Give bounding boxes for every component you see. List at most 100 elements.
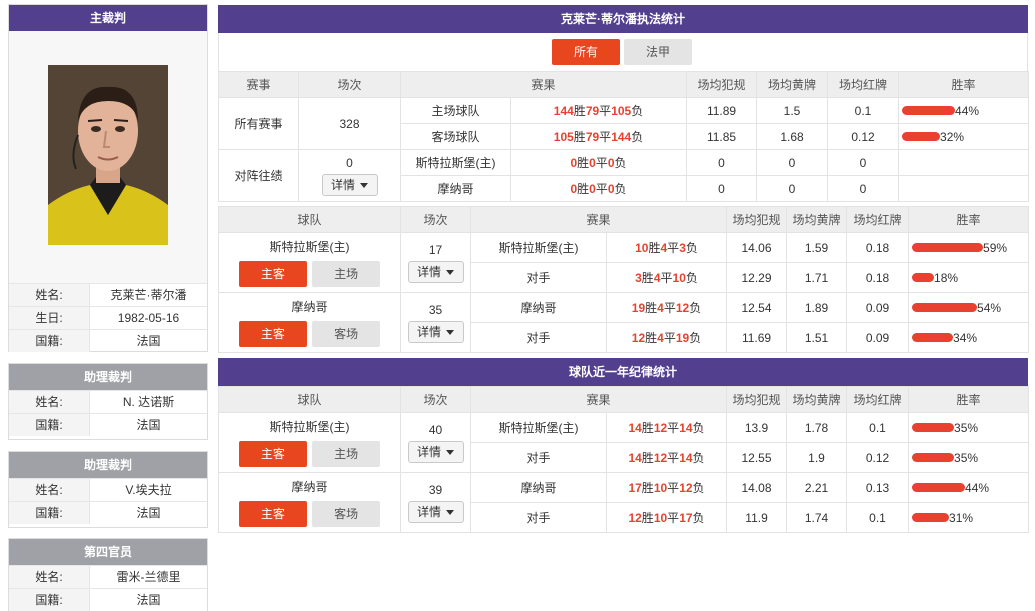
winrate-bar bbox=[912, 303, 978, 312]
filter-home-button[interactable]: 主场 bbox=[312, 441, 381, 467]
filter-home-button[interactable]: 主场 bbox=[312, 261, 381, 287]
row-fouls: 11.9 bbox=[726, 502, 788, 533]
nation-label: 国籍: bbox=[9, 330, 90, 352]
row-red: 0.12 bbox=[846, 442, 910, 473]
row-winrate: 31% bbox=[908, 502, 1030, 533]
row-result: 144胜79平105负 bbox=[509, 97, 688, 124]
filter-away-button[interactable]: 客场 bbox=[312, 321, 381, 347]
row-side: 对手 bbox=[470, 262, 607, 293]
row-result: 14胜12平14负 bbox=[605, 412, 728, 443]
detail-dropdown[interactable]: 详情 bbox=[407, 440, 464, 463]
detail-dropdown[interactable]: 详情 bbox=[407, 320, 464, 343]
team-name: 摩纳哥 bbox=[291, 300, 328, 314]
referee-nation: 法国 bbox=[136, 334, 161, 348]
row-winrate bbox=[898, 175, 1030, 202]
col-red: 场均红牌 bbox=[846, 386, 910, 413]
col-red: 场均红牌 bbox=[827, 71, 900, 98]
row-side: 客场球队 bbox=[400, 123, 511, 150]
row-red: 0.18 bbox=[846, 232, 910, 263]
assistant2-nation: 法国 bbox=[136, 506, 161, 520]
assistant2-card: 助理裁判 姓名: V.埃夫拉 国籍: 法国 bbox=[8, 451, 208, 528]
birth-label: 生日: bbox=[9, 307, 90, 329]
team-name: 斯特拉斯堡(主) bbox=[269, 240, 350, 254]
assistant1-name-row: 姓名: N. 达诺斯 bbox=[9, 390, 207, 413]
row-yellow: 1.89 bbox=[786, 292, 848, 323]
col-result: 赛果 bbox=[469, 386, 728, 413]
assistant2-name: V.埃夫拉 bbox=[125, 483, 172, 497]
team-cell: 摩纳哥 主客 客场 bbox=[218, 292, 401, 353]
row-red: 0.09 bbox=[846, 322, 910, 353]
row-red: 0.12 bbox=[827, 123, 900, 150]
nation-label: 国籍: bbox=[9, 502, 90, 524]
row-fouls: 12.55 bbox=[726, 442, 788, 473]
assistant1-header: 助理裁判 bbox=[9, 364, 207, 390]
col-fouls: 场均犯规 bbox=[726, 206, 788, 233]
caret-down-icon bbox=[446, 269, 454, 275]
team-matches-cell: 39 详情 bbox=[400, 472, 471, 533]
row-side: 斯特拉斯堡(主) bbox=[470, 232, 607, 263]
name-label: 姓名: bbox=[9, 391, 90, 413]
row-fouls: 0 bbox=[686, 175, 758, 202]
caret-down-icon bbox=[360, 182, 368, 188]
table-row: 摩纳哥 主客 客场 39 详情 摩纳哥 17胜10平12负 14.08 2.21… bbox=[218, 472, 1030, 533]
row-winrate: 44% bbox=[908, 472, 1030, 503]
detail-dropdown[interactable]: 详情 bbox=[407, 500, 464, 523]
team-cell: 斯特拉斯堡(主) 主客 主场 bbox=[218, 412, 401, 473]
row-result: 12胜10平17负 bbox=[605, 502, 728, 533]
row-result: 105胜79平144负 bbox=[509, 123, 688, 150]
row-red: 0.1 bbox=[827, 97, 900, 124]
tab-all[interactable]: 所有 bbox=[552, 39, 620, 65]
row-side: 对手 bbox=[470, 502, 607, 533]
row-fouls: 11.69 bbox=[726, 322, 788, 353]
referee-photo-area bbox=[9, 31, 207, 284]
referee-card: 主裁判 姓名: 克莱芒·蒂尔潘 生日: 1982-05-16 国籍: 法国 bbox=[8, 4, 208, 352]
col-yellow: 场均黄牌 bbox=[786, 206, 848, 233]
filter-home-away-button[interactable]: 主客 bbox=[238, 261, 307, 287]
winrate-bar bbox=[902, 132, 941, 141]
row-result: 14胜12平14负 bbox=[605, 442, 728, 473]
col-yellow: 场均黄牌 bbox=[786, 386, 848, 413]
detail-dropdown[interactable]: 详情 bbox=[321, 173, 378, 196]
col-matches: 场次 bbox=[400, 206, 471, 233]
row-winrate: 32% bbox=[898, 123, 1030, 150]
row-yellow: 1.51 bbox=[786, 322, 848, 353]
winrate-bar bbox=[912, 513, 950, 522]
h2h-label: 对阵往绩 bbox=[218, 149, 299, 202]
detail-dropdown[interactable]: 详情 bbox=[407, 260, 464, 283]
fourth-name: 雷米-兰德里 bbox=[116, 570, 181, 584]
col-fouls: 场均犯规 bbox=[726, 386, 788, 413]
row-red: 0.13 bbox=[846, 472, 910, 503]
filter-home-away-button[interactable]: 主客 bbox=[238, 501, 307, 527]
panel3-header-row: 球队 场次 赛果 场均犯规 场均黄牌 场均红牌 胜率 bbox=[218, 386, 1030, 413]
filter-away-button[interactable]: 客场 bbox=[312, 501, 381, 527]
referee-photo bbox=[48, 65, 168, 245]
row-side: 摩纳哥 bbox=[470, 472, 607, 503]
row-result: 12胜4平19负 bbox=[605, 322, 728, 353]
all-events-matches: 328 bbox=[298, 97, 401, 150]
row-side: 斯特拉斯堡(主) bbox=[400, 149, 511, 176]
col-event: 赛事 bbox=[218, 71, 299, 98]
row-yellow: 1.9 bbox=[786, 442, 848, 473]
team-matches: 17 bbox=[428, 242, 443, 257]
assistant1-nation-row: 国籍: 法国 bbox=[9, 413, 207, 436]
caret-down-icon bbox=[446, 449, 454, 455]
all-events-label: 所有赛事 bbox=[218, 97, 299, 150]
row-winrate: 18% bbox=[908, 262, 1030, 293]
panel1-table: 赛事 场次 赛果 场均犯规 场均黄牌 场均红牌 胜率 所有赛事 328 主场球队… bbox=[218, 71, 1030, 202]
caret-down-icon bbox=[446, 329, 454, 335]
panel1-header-row: 赛事 场次 赛果 场均犯规 场均黄牌 场均红牌 胜率 bbox=[218, 71, 1030, 98]
col-team: 球队 bbox=[218, 206, 401, 233]
team-cell: 摩纳哥 主客 客场 bbox=[218, 472, 401, 533]
row-result: 19胜4平12负 bbox=[605, 292, 728, 323]
team-matches-cell: 40 详情 bbox=[400, 412, 471, 473]
row-fouls: 14.08 bbox=[726, 472, 788, 503]
row-winrate: 34% bbox=[908, 322, 1030, 353]
row-red: 0.1 bbox=[846, 502, 910, 533]
referee-info: 姓名: 克莱芒·蒂尔潘 生日: 1982-05-16 国籍: 法国 bbox=[9, 284, 207, 352]
filter-home-away-button[interactable]: 主客 bbox=[238, 321, 307, 347]
row-yellow: 1.68 bbox=[756, 123, 829, 150]
row-fouls: 12.29 bbox=[726, 262, 788, 293]
filter-home-away-button[interactable]: 主客 bbox=[238, 441, 307, 467]
row-side: 对手 bbox=[470, 442, 607, 473]
tab-ligue1[interactable]: 法甲 bbox=[624, 39, 692, 65]
